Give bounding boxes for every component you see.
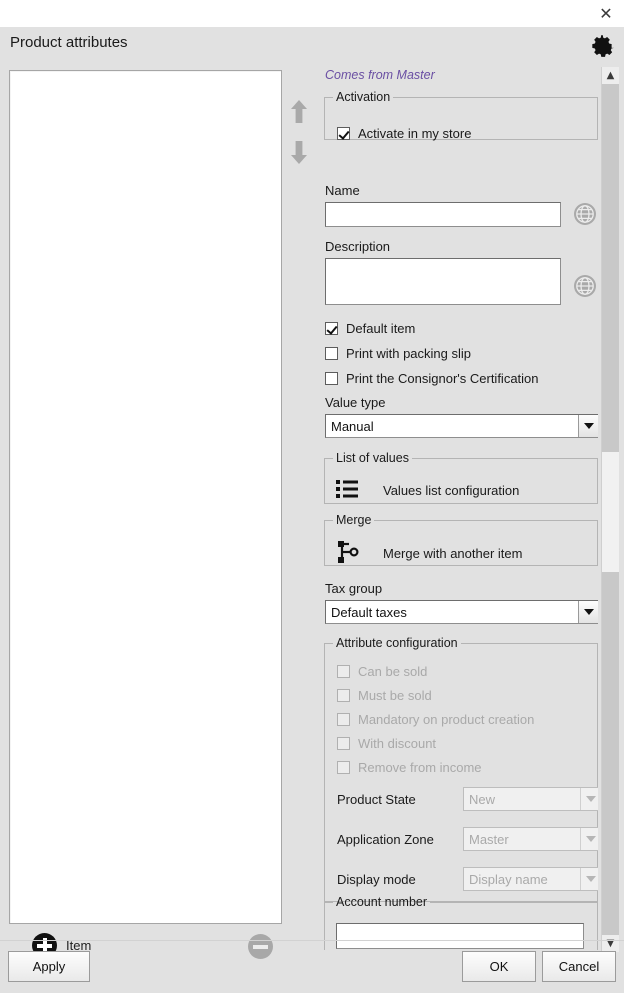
merge-with-another-item-button[interactable]: Merge with another item (335, 539, 522, 568)
globe-icon[interactable] (572, 273, 598, 299)
account-number-legend: Account number (336, 895, 428, 909)
page-title: Product attributes (10, 34, 128, 51)
list-of-values-legend: List of values (336, 451, 409, 465)
attribute-form: Comes from Master Activation Activate in… (320, 70, 598, 950)
attribute-configuration-legend: Attribute configuration (336, 636, 458, 650)
ok-label: OK (489, 959, 509, 974)
chevron-up-icon[interactable]: ▲ (602, 67, 619, 84)
comes-from-master-note: Comes from Master (325, 70, 435, 82)
gear-icon[interactable] (588, 32, 616, 60)
merge-with-another-item-label: Merge with another item (383, 546, 523, 561)
chevron-down-icon (580, 788, 598, 810)
arrow-down-icon[interactable] (286, 137, 312, 167)
display-mode-value: Display name (469, 871, 548, 887)
print-consignors-certification-checkbox[interactable]: Print the Consignor's Certification (325, 371, 539, 386)
reorder-arrows (286, 97, 314, 177)
description-label: Description (325, 239, 391, 254)
merge-group: Merge Merge with another item (324, 513, 598, 566)
checkbox-box (337, 737, 350, 750)
arrow-up-icon[interactable] (286, 97, 312, 127)
mandatory-on-product-creation-checkbox[interactable]: Mandatory on product creation (337, 712, 534, 727)
checkbox-box (325, 372, 338, 385)
values-list-configuration-label: Values list configuration (383, 483, 520, 498)
globe-icon[interactable] (572, 201, 598, 227)
merge-icon (335, 539, 361, 568)
checkbox-label: Default item (346, 321, 416, 336)
product-state-label: Product State (337, 792, 416, 807)
remove-from-income-checkbox[interactable]: Remove from income (337, 760, 482, 775)
checkbox-label: Activate in my store (358, 126, 472, 141)
form-scrollbar[interactable]: ▲ ▼ (601, 67, 619, 952)
chevron-down-icon (580, 828, 598, 850)
ok-button[interactable]: OK (462, 951, 536, 982)
scrollbar-thumb[interactable] (602, 452, 619, 572)
checkbox-label: Print the Consignor's Certification (346, 371, 539, 386)
application-zone-select[interactable]: Master (463, 827, 598, 851)
display-mode-label: Display mode (337, 872, 416, 887)
values-list-configuration-button[interactable]: Values list configuration (335, 477, 519, 504)
checkbox-label: Must be sold (358, 688, 432, 703)
account-number-group: Account number (324, 895, 598, 950)
checkbox-box (337, 665, 350, 678)
checkbox-label: Remove from income (358, 760, 482, 775)
name-label: Name (325, 183, 360, 198)
checkbox-box (337, 761, 350, 774)
checkbox-box (337, 689, 350, 702)
merge-legend: Merge (336, 513, 372, 527)
tax-group-select[interactable]: Default taxes (325, 600, 598, 624)
attribute-configuration-group: Attribute configuration Can be sold Must… (324, 636, 598, 902)
display-mode-select[interactable]: Display name (463, 867, 598, 891)
apply-button[interactable]: Apply (8, 951, 90, 982)
description-input[interactable] (325, 258, 561, 305)
application-zone-value: Master (469, 831, 509, 847)
account-number-input[interactable] (336, 923, 584, 949)
window-title-bar: ✕ (0, 0, 624, 27)
close-icon[interactable]: ✕ (592, 2, 620, 25)
with-discount-checkbox[interactable]: With discount (337, 736, 436, 751)
footer-divider (0, 940, 624, 941)
list-icon (335, 477, 361, 504)
list-of-values-group: List of values Values list configuration (324, 451, 598, 504)
checkbox-box (325, 347, 338, 360)
can-be-sold-checkbox[interactable]: Can be sold (337, 664, 427, 679)
checkbox-label: Print with packing slip (346, 346, 471, 361)
product-state-value: New (469, 791, 496, 807)
checkbox-label: Mandatory on product creation (358, 712, 535, 727)
value-type-value: Manual (331, 418, 374, 434)
must-be-sold-checkbox[interactable]: Must be sold (337, 688, 432, 703)
default-item-checkbox[interactable]: Default item (325, 321, 415, 336)
checkbox-label: With discount (358, 736, 437, 751)
cancel-label: Cancel (558, 959, 600, 974)
tax-group-value: Default taxes (331, 604, 407, 620)
name-input[interactable] (325, 202, 561, 227)
checkbox-label: Can be sold (358, 664, 428, 679)
application-zone-label: Application Zone (337, 832, 434, 847)
cancel-button[interactable]: Cancel (542, 951, 616, 982)
apply-label: Apply (32, 959, 66, 974)
value-type-select[interactable]: Manual (325, 414, 598, 438)
chevron-down-icon (578, 415, 598, 437)
dialog-body: Product attributes Item Comes from Maste… (0, 27, 624, 993)
chevron-down-icon (580, 868, 598, 890)
activation-legend: Activation (336, 90, 391, 104)
remove-item-button[interactable] (248, 934, 273, 959)
value-type-label: Value type (325, 395, 386, 410)
chevron-down-icon (578, 601, 598, 623)
activate-in-my-store-checkbox[interactable]: Activate in my store (337, 126, 471, 141)
checkbox-box (337, 127, 350, 140)
chevron-down-icon[interactable]: ▼ (602, 935, 619, 952)
tax-group-label: Tax group (325, 581, 383, 596)
print-with-packing-slip-checkbox[interactable]: Print with packing slip (325, 346, 471, 361)
attributes-list-panel[interactable] (9, 70, 282, 924)
product-state-select[interactable]: New (463, 787, 598, 811)
checkbox-box (337, 713, 350, 726)
checkbox-box (325, 322, 338, 335)
activation-group: Activation Activate in my store (324, 90, 598, 141)
